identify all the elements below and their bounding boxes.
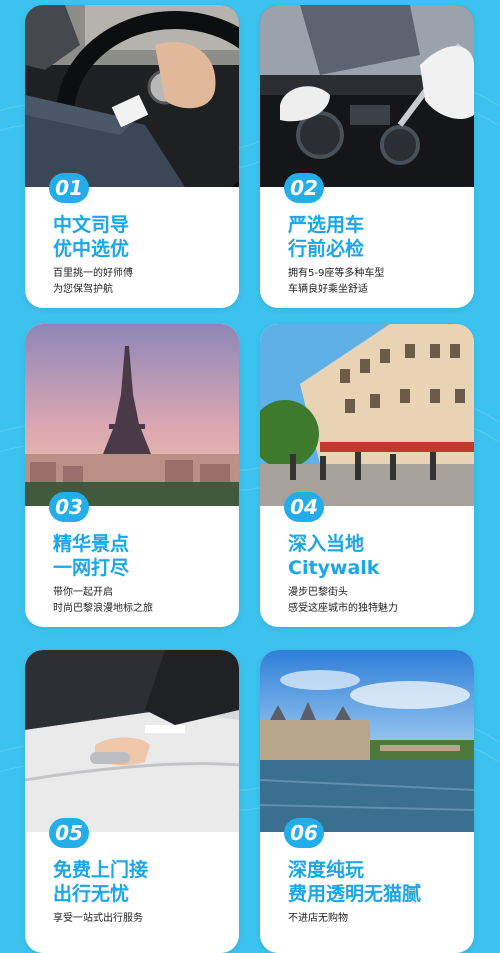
feature-grid: 01 中文司导 优中选优 百里挑一的好师傅 为您保驾护航 02 严选用车 行前必… xyxy=(0,0,500,953)
card-title: 免费上门接 出行无忧 xyxy=(53,858,148,906)
card-desc-line2: 车辆良好乘坐舒适 xyxy=(288,284,368,295)
card-number-badge: 04 xyxy=(284,492,324,522)
card-title-line2: 优中选优 xyxy=(53,238,130,260)
card-description: 百里挑一的好师傅 为您保驾护航 xyxy=(53,266,133,298)
card-title-line1: 深入当地 xyxy=(288,533,365,555)
mechanic-engine-photo xyxy=(260,5,474,187)
card-desc-line1: 享受一站式出行服务 xyxy=(53,913,143,924)
paris-street-photo xyxy=(260,324,474,506)
card-title: 深入当地 Citywalk xyxy=(288,532,379,580)
card-title-line2: 费用透明无猫腻 xyxy=(288,883,422,905)
card-title: 精华景点 一网打尽 xyxy=(53,532,129,580)
card-desc-line2: 为您保驾护航 xyxy=(53,284,113,295)
card-desc-line1: 百里挑一的好师傅 xyxy=(53,268,133,279)
card-number-badge: 05 xyxy=(49,818,89,848)
card-description: 享受一站式出行服务 xyxy=(53,911,143,927)
card-title: 中文司导 优中选优 xyxy=(53,213,129,261)
card-title-line1: 精华景点 xyxy=(53,533,130,555)
card-description: 拥有5-9座等多种车型 车辆良好乘坐舒适 xyxy=(288,266,384,298)
card-number-badge: 01 xyxy=(49,173,89,203)
card-title-line1: 中文司导 xyxy=(53,214,130,236)
card-desc-line1: 拥有5-9座等多种车型 xyxy=(288,268,385,279)
card-desc-line2: 感受这座城市的独特魅力 xyxy=(288,603,398,614)
card-number-badge: 02 xyxy=(284,173,324,203)
card-title-line1: 免费上门接 xyxy=(53,859,149,881)
card-title: 严选用车 行前必检 xyxy=(288,213,364,261)
feature-card-landmarks[interactable]: 03 精华景点 一网打尽 带你一起开启 时尚巴黎浪漫地标之旅 xyxy=(25,324,239,627)
card-desc-line1: 漫步巴黎街头 xyxy=(288,587,348,598)
card-description: 带你一起开启 时尚巴黎浪漫地标之旅 xyxy=(53,585,153,617)
card-title-line2: 出行无忧 xyxy=(53,883,130,905)
card-desc-line1: 带你一起开启 xyxy=(53,587,113,598)
card-number-badge: 03 xyxy=(49,492,89,522)
card-desc-line1: 不进店无购物 xyxy=(288,913,348,924)
feature-card-chinese-driver[interactable]: 01 中文司导 优中选优 百里挑一的好师傅 为您保驾护航 xyxy=(25,5,239,308)
card-desc-line2: 时尚巴黎浪漫地标之旅 xyxy=(53,603,153,614)
feature-card-vehicle-check[interactable]: 02 严选用车 行前必检 拥有5-9座等多种车型 车辆良好乘坐舒适 xyxy=(260,5,474,308)
feature-card-pickup[interactable]: 05 免费上门接 出行无忧 享受一站式出行服务 xyxy=(25,650,239,953)
driver-steering-wheel-photo xyxy=(25,5,239,187)
card-title-line2: Citywalk xyxy=(288,557,380,579)
card-title-line1: 严选用车 xyxy=(288,214,365,236)
card-title-line2: 行前必检 xyxy=(288,238,365,260)
card-number-badge: 06 xyxy=(284,818,324,848)
card-description: 漫步巴黎街头 感受这座城市的独特魅力 xyxy=(288,585,398,617)
card-title-line1: 深度纯玩 xyxy=(288,859,365,881)
car-door-hand-photo xyxy=(25,650,239,832)
seine-river-photo xyxy=(260,650,474,832)
feature-card-pure-tour[interactable]: 06 深度纯玩 费用透明无猫腻 不进店无购物 xyxy=(260,650,474,953)
eiffel-tower-photo xyxy=(25,324,239,506)
feature-card-citywalk[interactable]: 04 深入当地 Citywalk 漫步巴黎街头 感受这座城市的独特魅力 xyxy=(260,324,474,627)
card-title: 深度纯玩 费用透明无猫腻 xyxy=(288,858,421,906)
card-description: 不进店无购物 xyxy=(288,911,348,927)
card-title-line2: 一网打尽 xyxy=(53,557,130,579)
